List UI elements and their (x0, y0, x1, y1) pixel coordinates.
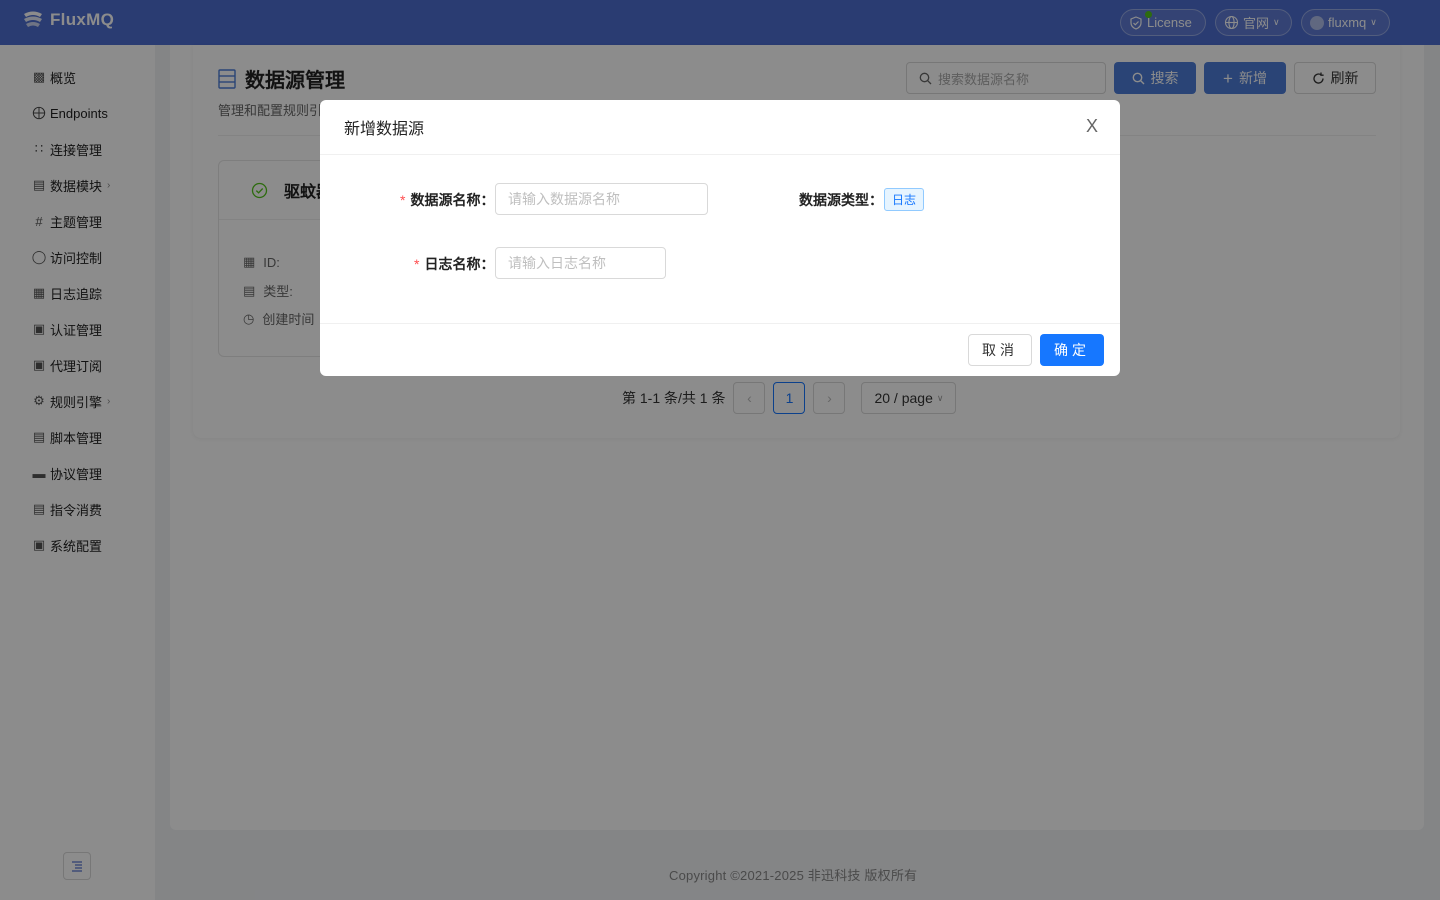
required-asterisk: * (414, 256, 420, 272)
label-colon: ： (480, 256, 495, 272)
datasource-name-placeholder: 请输入数据源名称 (508, 191, 620, 207)
log-name-input[interactable]: 请输入日志名称 (495, 247, 666, 279)
add-datasource-modal: 新增数据源 X * 数据源名称： 请输入数据源名称 数据源类型： 日志 * 日志… (320, 100, 1120, 376)
datasource-type-label: 数据源类型： (799, 190, 883, 210)
log-name-label-text: 日志名称 (424, 256, 481, 272)
datasource-name-input[interactable]: 请输入数据源名称 (495, 183, 708, 215)
cancel-button-label: 取消 (982, 342, 1018, 358)
close-icon[interactable]: X (1084, 117, 1100, 135)
datasource-type-label-text: 数据源类型 (799, 192, 869, 208)
required-asterisk: * (400, 192, 406, 208)
datasource-type-tag: 日志 (884, 188, 925, 211)
label-colon: ： (480, 192, 495, 208)
modal-title: 新增数据源 (344, 121, 425, 138)
label-colon: ： (869, 192, 883, 208)
modal-footer: 取消 确定 (320, 323, 1120, 376)
confirm-button[interactable]: 确定 (1040, 334, 1104, 366)
cancel-button[interactable]: 取消 (968, 334, 1032, 366)
modal-header: 新增数据源 (320, 100, 1120, 155)
confirm-button-label: 确定 (1054, 342, 1090, 358)
log-name-label: * 日志名称： (414, 254, 494, 274)
datasource-name-label-text: 数据源名称 (410, 192, 481, 208)
log-name-placeholder: 请输入日志名称 (508, 255, 606, 271)
datasource-name-label: * 数据源名称： (400, 190, 494, 210)
